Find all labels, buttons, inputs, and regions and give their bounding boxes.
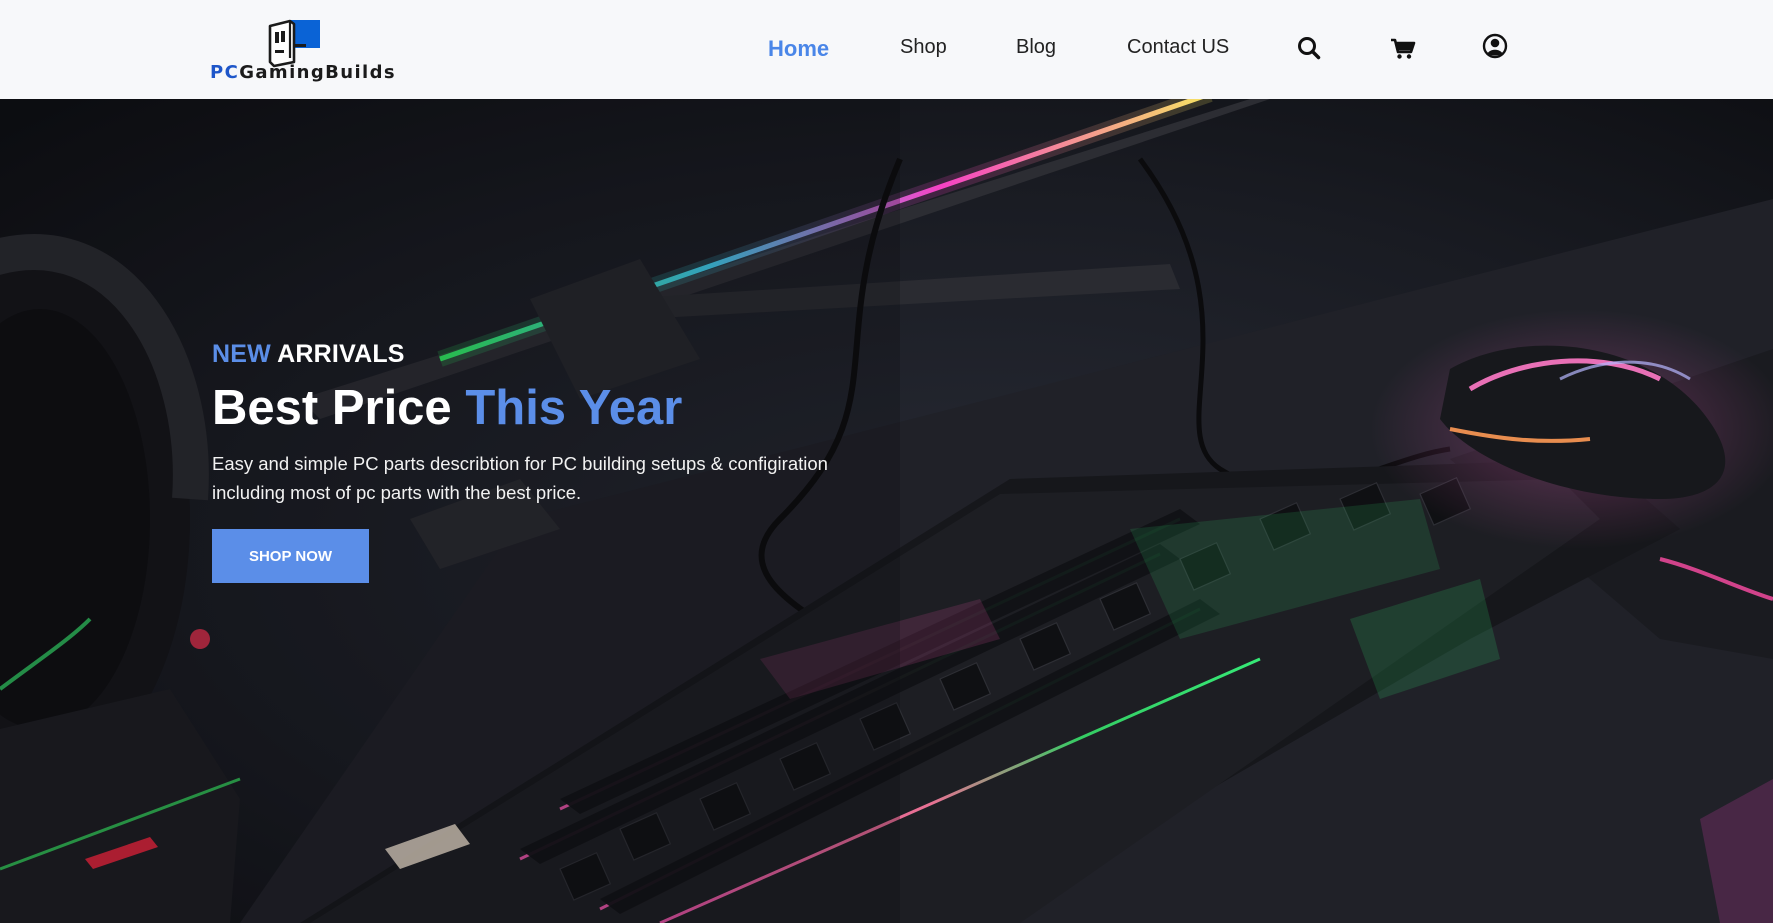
site-header: PCGamingBuilds Home Shop Blog Contact US [0,0,1773,99]
hero-banner: NEW ARRIVALS Best Price This Year Easy a… [0,99,1773,923]
search-icon[interactable] [1294,33,1324,63]
hero-eyebrow: NEW ARRIVALS [212,340,405,368]
hero-headline: Best Price This Year [212,381,683,435]
hero-content: NEW ARRIVALS Best Price This Year Easy a… [212,339,972,583]
nav-home-link[interactable]: Home [768,36,829,62]
user-account-icon[interactable] [1480,31,1510,61]
shop-now-button[interactable]: SHOP NOW [212,529,369,583]
nav-contact-link[interactable]: Contact US [1127,36,1229,59]
nav-blog-link[interactable]: Blog [1016,36,1056,59]
main-nav: Home Shop Blog Contact US [0,0,1773,99]
cart-icon[interactable] [1388,33,1418,63]
hero-description: Easy and simple PC parts describtion for… [212,453,828,503]
nav-shop-link[interactable]: Shop [900,36,947,59]
